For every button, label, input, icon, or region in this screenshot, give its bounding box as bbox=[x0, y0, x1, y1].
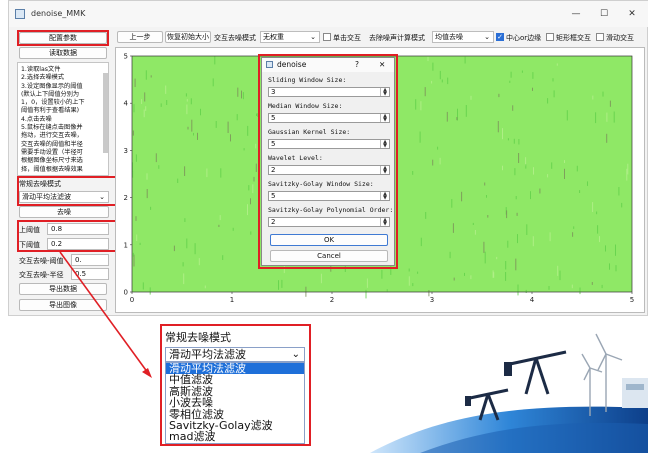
zoom-mode-value: 滑动平均法滤波 bbox=[169, 348, 246, 361]
chevron-down-icon: ⌄ bbox=[291, 349, 300, 360]
zoom-option-item[interactable]: mad滤波 bbox=[166, 431, 304, 443]
zoom-option-item[interactable]: 小波去噪 bbox=[166, 397, 304, 409]
zoom-mode-select[interactable]: 滑动平均法滤波 ⌄ bbox=[165, 347, 305, 362]
zoom-options-list: 滑动平均法滤波 中值滤波 高斯滤波 小波去噪 零相位滤波 Savitzky-Golay滤波… bbox=[165, 362, 305, 444]
zoom-inset: 常规去噪模式 滑动平均法滤波 ⌄ 滑动平均法滤波 中值滤波 高斯滤波 小波去噪 零相位滤… bbox=[163, 327, 308, 444]
zoom-mode-label: 常规去噪模式 bbox=[165, 331, 231, 344]
oilfield-illustration bbox=[370, 333, 648, 453]
